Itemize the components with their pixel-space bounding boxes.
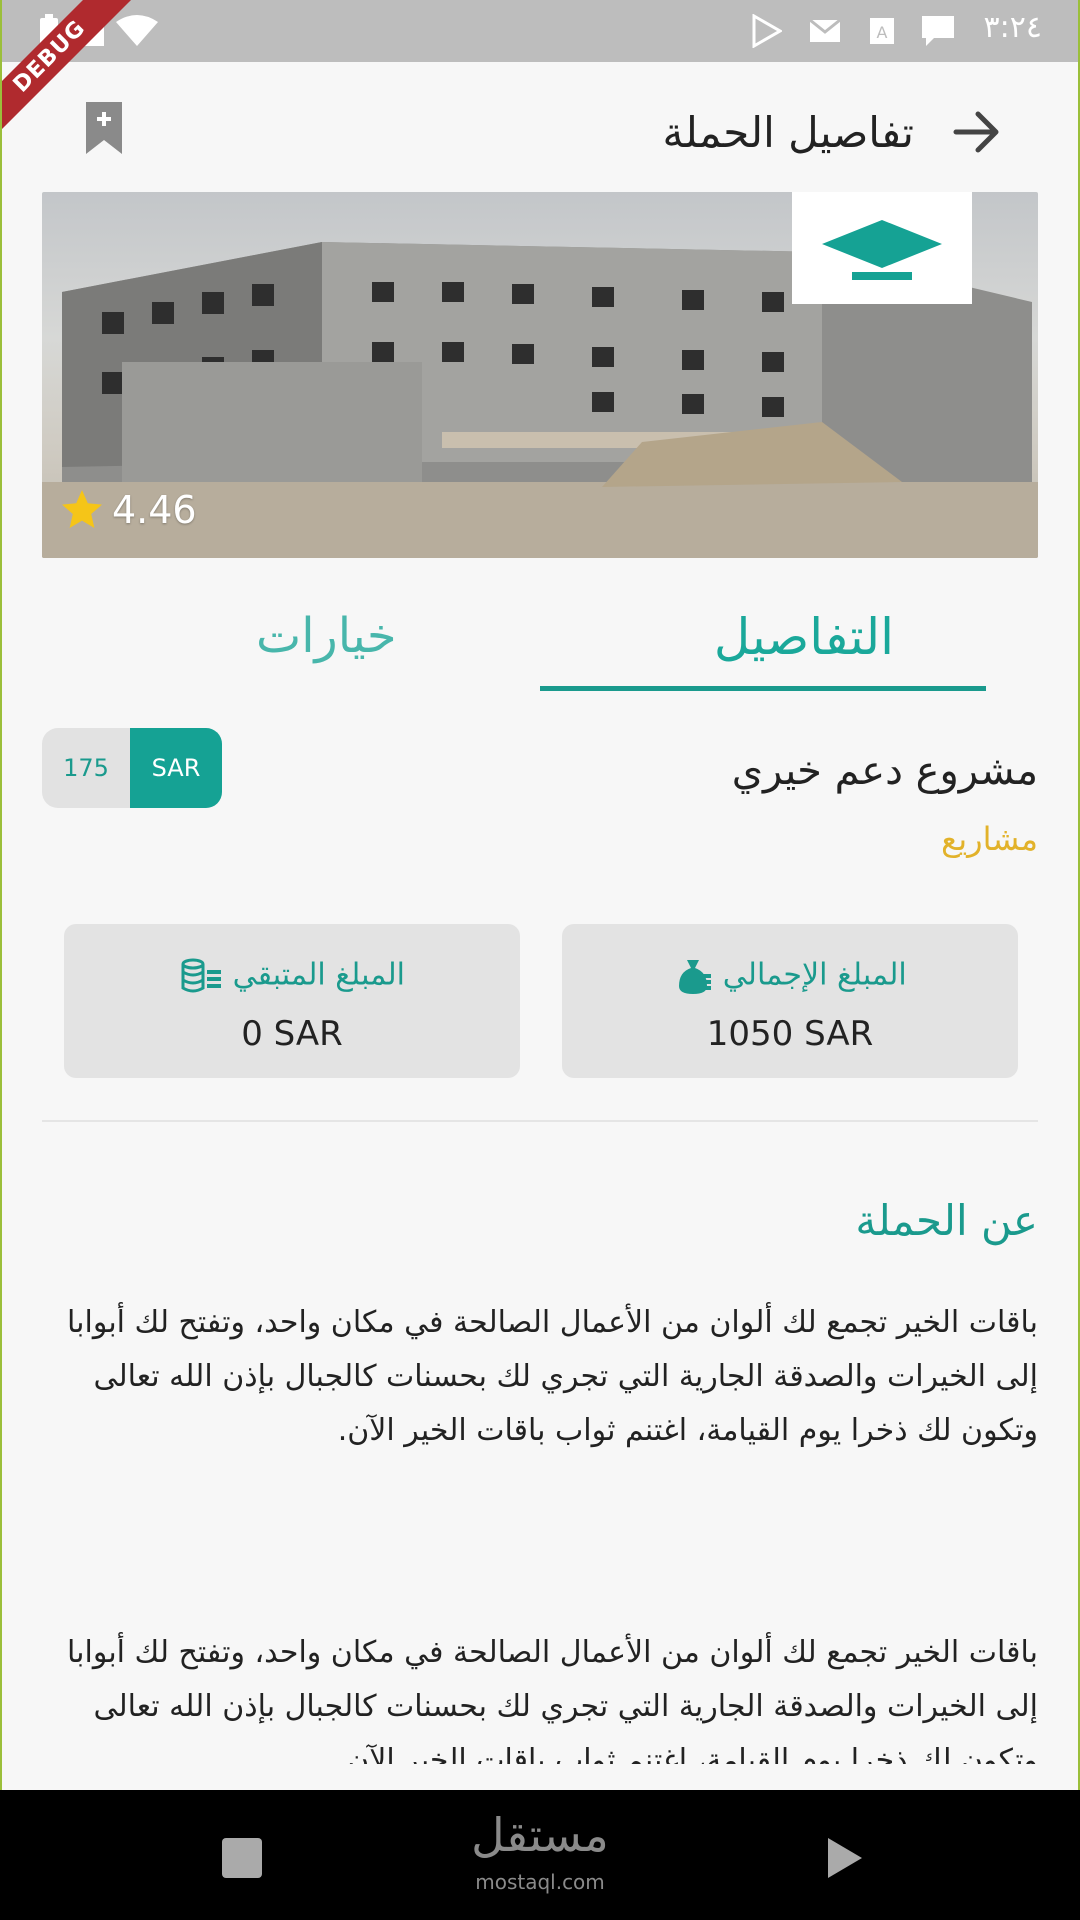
price-value: 175 — [63, 754, 109, 782]
about-heading: عن الحملة — [855, 1196, 1038, 1245]
star-icon — [62, 490, 102, 528]
organization-logo — [792, 192, 972, 304]
remaining-amount-card: المبلغ المتبقي 0 SAR — [64, 924, 520, 1078]
chat-icon — [922, 16, 954, 46]
page-title: تفاصيل الحملة — [662, 108, 914, 157]
coins-stack-icon — [181, 958, 222, 993]
clock: ٣:٢٤ — [983, 10, 1042, 45]
remaining-amount-value: 0 SAR — [241, 1014, 343, 1054]
remaining-amount-label: المبلغ المتبقي — [64, 956, 520, 996]
wifi-icon — [116, 15, 158, 46]
project-category[interactable]: مشاريع — [941, 820, 1038, 858]
rating-badge: 4.46 — [58, 486, 197, 534]
recents-button[interactable] — [222, 1838, 262, 1878]
status-bar: DEBUG A ٣:٢٤ — [2, 0, 1078, 140]
total-amount-label: المبلغ الإجمالي — [562, 956, 1018, 996]
svg-text:A: A — [877, 23, 888, 42]
price-badge: 175 SAR — [42, 728, 222, 808]
tab-details[interactable]: التفاصيل — [714, 608, 894, 666]
bookmark-add-icon[interactable] — [86, 102, 122, 154]
total-amount-card: المبلغ الإجمالي 1050 SAR — [562, 924, 1018, 1078]
app-bar: تفاصيل الحملة — [2, 62, 1078, 192]
about-paragraph-2: باقات الخير تجمع لك ألوان من الأعمال الص… — [67, 1635, 1038, 1764]
total-amount-value: 1050 SAR — [706, 1014, 874, 1054]
price-currency: SAR — [130, 728, 222, 808]
about-paragraph-1: باقات الخير تجمع لك ألوان من الأعمال الص… — [67, 1305, 1038, 1448]
arrow-right-icon[interactable] — [946, 102, 1006, 162]
keyboard-icon: A — [870, 18, 894, 44]
tab-bar: التفاصيل خيارات — [2, 590, 1078, 700]
system-nav-bar: مستقل mostaql.com — [0, 1790, 1080, 1920]
rating-value: 4.46 — [112, 488, 197, 532]
back-triangle-icon[interactable] — [824, 1836, 864, 1880]
watermark-logo: مستقل — [471, 1808, 609, 1862]
money-bag-icon — [679, 960, 712, 994]
project-title: مشروع دعم خيري — [731, 748, 1038, 794]
divider — [42, 1120, 1038, 1122]
app-screen: DEBUG A ٣:٢٤ تفاصيل الحملة 4.46 التفاصيل… — [2, 0, 1078, 1790]
gmail-icon — [809, 18, 841, 42]
active-tab-indicator — [540, 686, 986, 691]
campaign-image: 4.46 — [42, 192, 1038, 558]
tab-options[interactable]: خيارات — [256, 608, 396, 664]
play-store-icon — [752, 14, 782, 48]
watermark-url: mostaql.com — [475, 1870, 605, 1894]
